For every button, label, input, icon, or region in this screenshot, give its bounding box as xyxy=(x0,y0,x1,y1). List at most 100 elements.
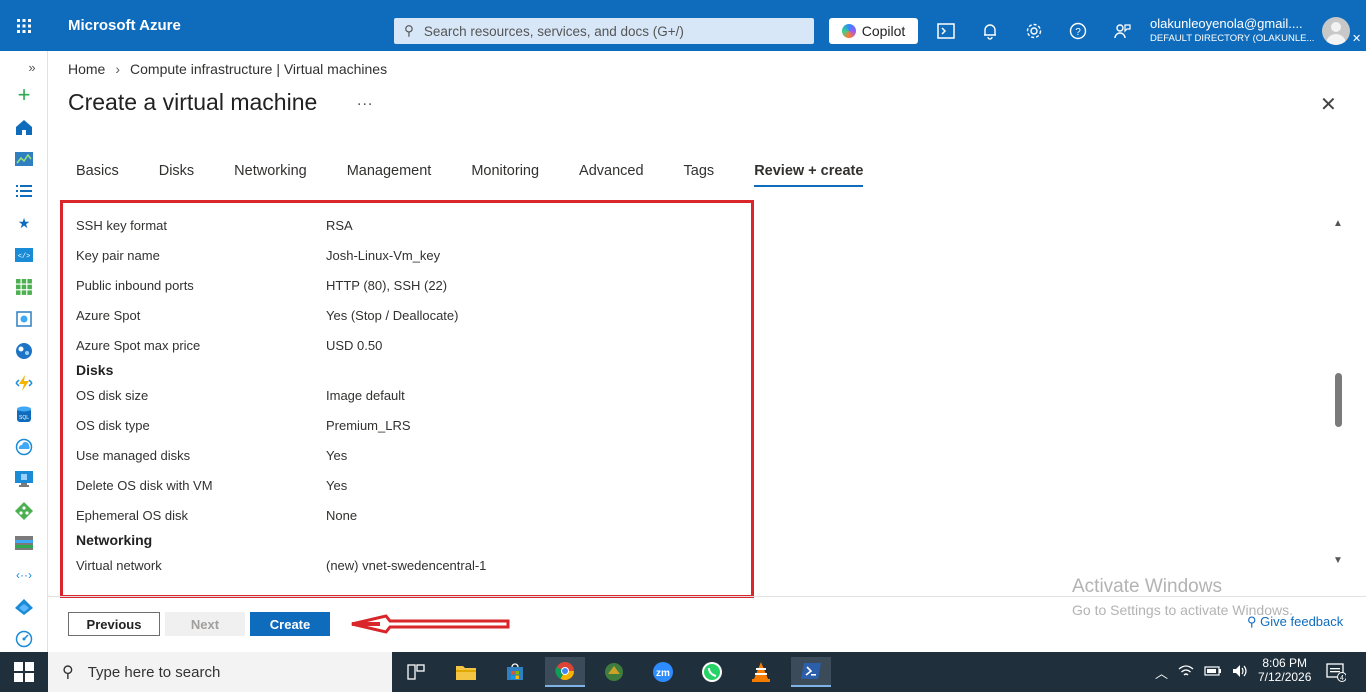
windows-start-icon[interactable] xyxy=(14,662,34,682)
row-label: Virtual network xyxy=(76,558,162,573)
tab-monitoring[interactable]: Monitoring xyxy=(471,163,539,187)
scroll-up-icon[interactable]: ▲ xyxy=(1333,218,1343,229)
breadcrumb-home[interactable]: Home xyxy=(68,61,105,77)
next-button[interactable]: Next xyxy=(165,612,245,636)
help-icon[interactable]: ? xyxy=(1067,20,1089,42)
close-blade-button[interactable]: ✕ xyxy=(1320,92,1337,117)
row-label: Delete OS disk with VM xyxy=(76,478,213,493)
search-placeholder: Search resources, services, and docs (G+… xyxy=(423,23,684,39)
home-icon[interactable] xyxy=(14,117,34,137)
row-value: Yes xyxy=(326,448,348,463)
cloud-shell-icon[interactable] xyxy=(935,20,957,42)
entra-icon[interactable] xyxy=(14,597,34,617)
taskbar-clock[interactable]: 8:06 PM 7/12/2026 xyxy=(1258,656,1311,684)
avatar[interactable] xyxy=(1322,17,1350,45)
row-value: Josh-Linux-Vm_key xyxy=(326,248,441,263)
app-services-icon[interactable] xyxy=(14,341,34,361)
chrome-icon[interactable] xyxy=(545,657,585,687)
notification-center-icon[interactable]: 4 xyxy=(1326,662,1347,685)
tab-tags[interactable]: Tags xyxy=(684,163,715,187)
copilot-button[interactable]: Copilot xyxy=(829,18,918,44)
zoom-icon[interactable]: zm xyxy=(648,657,678,687)
row-value: (new) vnet-swedencentral-1 xyxy=(326,558,487,573)
chevron-up-icon[interactable]: ︿ xyxy=(1155,663,1168,682)
chevron-right-icon: › xyxy=(115,61,121,77)
all-resources-icon[interactable] xyxy=(14,277,34,297)
previous-button[interactable]: Previous xyxy=(68,612,160,636)
review-summary-highlight: SSH key format RSA Key pair name Josh-Li… xyxy=(60,200,754,598)
load-balancer-icon[interactable] xyxy=(14,501,34,521)
svg-text:zm: zm xyxy=(656,668,670,679)
wifi-icon[interactable] xyxy=(1178,664,1194,681)
svg-text:SQL: SQL xyxy=(19,415,29,421)
row-label: Azure Spot xyxy=(76,308,141,323)
copilot-icon xyxy=(841,24,856,38)
svg-text:</>: </> xyxy=(18,253,31,261)
battery-icon[interactable] xyxy=(1204,665,1222,680)
settings-icon[interactable] xyxy=(1023,20,1045,42)
red-arrow-annotation xyxy=(350,612,512,641)
row-value: Yes xyxy=(326,478,348,493)
task-view-icon[interactable] xyxy=(401,657,431,687)
more-options-icon[interactable]: ... xyxy=(357,92,373,110)
sidebar: » + ★ </> SQL ‹··› xyxy=(0,51,48,652)
volume-icon[interactable] xyxy=(1232,664,1248,681)
dashboard-icon[interactable] xyxy=(14,149,34,169)
app-icon[interactable] xyxy=(599,657,629,687)
notifications-icon[interactable] xyxy=(979,20,1001,42)
row-label: SSH key format xyxy=(76,218,168,233)
account-info[interactable]: olakunleoyenola@gmail.... DEFAULT DIRECT… xyxy=(1150,16,1314,44)
collapse-icon[interactable]: » xyxy=(22,57,42,77)
close-icon[interactable]: ✕ xyxy=(1352,32,1361,45)
resource-groups-icon[interactable]: </> xyxy=(14,245,34,265)
activate-windows-watermark: Activate Windows Go to Settings to activ… xyxy=(1072,576,1293,618)
feedback-label: Give feedback xyxy=(1260,614,1344,629)
account-directory: DEFAULT DIRECTORY (OLAKUNLE... xyxy=(1150,33,1315,44)
portal-menu-icon[interactable] xyxy=(0,0,48,51)
tab-disks[interactable]: Disks xyxy=(159,163,194,187)
sql-icon[interactable]: SQL xyxy=(14,405,34,425)
cloud-icon[interactable] xyxy=(14,437,34,457)
favorites-icon[interactable]: ★ xyxy=(14,213,34,233)
taskbar-search-input[interactable]: ⚲ Type here to search xyxy=(48,652,392,692)
scrollbar-thumb[interactable] xyxy=(1335,373,1342,427)
breadcrumb-current[interactable]: Compute infrastructure | Virtual machine… xyxy=(130,61,387,77)
vm-icon[interactable] xyxy=(14,469,34,489)
tab-advanced[interactable]: Advanced xyxy=(579,163,644,187)
brand-title[interactable]: Microsoft Azure xyxy=(68,17,378,34)
whatsapp-icon[interactable] xyxy=(697,657,727,687)
tab-basics[interactable]: Basics xyxy=(76,163,119,187)
store-icon[interactable] xyxy=(500,657,530,687)
powershell-icon[interactable] xyxy=(791,657,831,687)
create-icon[interactable]: + xyxy=(14,82,34,107)
notification-count: 4 xyxy=(1340,675,1344,682)
monitor-icon[interactable] xyxy=(14,629,34,649)
clock-date: 7/12/2026 xyxy=(1258,670,1312,684)
file-explorer-icon[interactable] xyxy=(451,657,481,687)
watermark-title: Activate Windows xyxy=(1072,576,1222,597)
wizard-tabs: Basics Disks Networking Management Monit… xyxy=(76,163,903,187)
tab-networking[interactable]: Networking xyxy=(234,163,307,187)
taskbar-search-placeholder: Type here to search xyxy=(87,663,221,681)
section-heading-networking: Networking xyxy=(76,532,153,548)
storage-icon[interactable] xyxy=(14,533,34,553)
row-value: USD 0.50 xyxy=(326,338,383,353)
scroll-down-icon[interactable]: ▼ xyxy=(1333,555,1343,566)
breadcrumb: Home › Compute infrastructure | Virtual … xyxy=(68,61,387,77)
create-button[interactable]: Create xyxy=(250,612,330,636)
account-email: olakunleoyenola@gmail.... xyxy=(1150,16,1303,31)
give-feedback-link[interactable]: ⚲ Give feedback xyxy=(1247,614,1343,630)
row-value: Yes (Stop / Deallocate) xyxy=(326,308,459,323)
tab-review-create[interactable]: Review + create xyxy=(754,163,864,187)
copilot-label: Copilot xyxy=(861,23,906,39)
clock-time: 8:06 PM xyxy=(1262,656,1308,670)
cosmos-icon[interactable] xyxy=(14,309,34,329)
tab-management[interactable]: Management xyxy=(347,163,432,187)
all-services-icon[interactable] xyxy=(14,181,34,201)
feedback-icon[interactable] xyxy=(1111,20,1133,42)
row-label: OS disk type xyxy=(76,418,150,433)
vnet-icon[interactable]: ‹··› xyxy=(14,565,34,585)
vlc-icon[interactable] xyxy=(746,657,776,687)
function-icon[interactable] xyxy=(14,373,34,393)
search-input[interactable]: ⚲ Search resources, services, and docs (… xyxy=(394,18,814,44)
